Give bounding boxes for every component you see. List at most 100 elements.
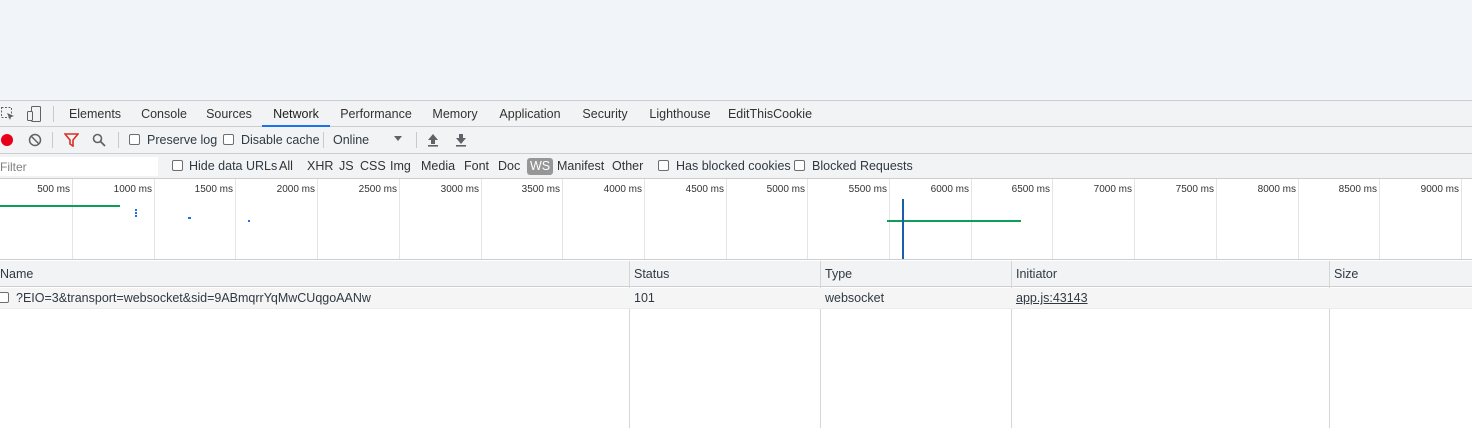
timeline-tick-label: 8500 ms bbox=[1338, 184, 1377, 195]
timeline-blue-dot bbox=[135, 212, 137, 214]
column-divider bbox=[820, 261, 821, 428]
timeline-tick-label: 6000 ms bbox=[930, 184, 969, 195]
type-filter-font[interactable]: Font bbox=[462, 158, 491, 175]
row-select-checkbox[interactable] bbox=[0, 292, 9, 303]
type-filter-manifest[interactable]: Manifest bbox=[555, 158, 606, 175]
column-header-name[interactable]: Name bbox=[0, 261, 33, 287]
timeline-tick-label: 1500 ms bbox=[194, 184, 233, 195]
timeline-tick-label: 7000 ms bbox=[1093, 184, 1132, 195]
timeline-gridline bbox=[1052, 179, 1053, 259]
column-divider bbox=[1329, 261, 1330, 428]
chevron-down-icon bbox=[394, 136, 402, 141]
timeline-tick-label: 8000 ms bbox=[1257, 184, 1296, 195]
timeline-tick-label: 5000 ms bbox=[766, 184, 805, 195]
timeline-blue-mark bbox=[188, 217, 191, 219]
has-blocked-cookies-checkbox[interactable] bbox=[658, 160, 669, 171]
timeline-tick-label: 9000 ms bbox=[1420, 184, 1459, 195]
type-filter-img[interactable]: Img bbox=[388, 158, 413, 175]
tab-console[interactable]: Console bbox=[132, 101, 196, 127]
timeline-blue-dot bbox=[135, 215, 137, 217]
column-divider bbox=[1011, 261, 1012, 428]
filter-bar: Hide data URLs All XHRJSCSSImg Media Font Do… bbox=[0, 154, 1472, 179]
search-icon[interactable] bbox=[92, 133, 106, 150]
tab-editthiscookie[interactable]: EditThisCookie bbox=[722, 101, 818, 127]
disable-cache-label: Disable cache bbox=[241, 133, 320, 147]
inspected-page-area bbox=[0, 0, 1472, 100]
tab-network[interactable]: Network bbox=[262, 101, 330, 127]
tab-memory[interactable]: Memory bbox=[422, 101, 488, 127]
type-filter-all[interactable]: All bbox=[277, 158, 295, 175]
request-initiator-link[interactable]: app.js:43143 bbox=[1016, 288, 1088, 308]
timeline-tick-label: 3000 ms bbox=[440, 184, 479, 195]
timeline-gridline bbox=[154, 179, 155, 259]
timeline-overview[interactable]: 500 ms 1000 ms 1500 ms 2000 ms 2500 ms 3000 m… bbox=[0, 179, 1472, 260]
request-name[interactable]: ?EIO=3&transport=websocket&sid=9ABmqrrYq… bbox=[16, 288, 371, 308]
toolbar-divider bbox=[323, 132, 324, 148]
timeline-gridline bbox=[72, 179, 73, 259]
column-header-size[interactable]: Size bbox=[1330, 261, 1358, 287]
disable-cache-checkbox[interactable] bbox=[223, 134, 234, 145]
type-filter-css[interactable]: CSS bbox=[358, 158, 388, 175]
timeline-tick-label: 4000 ms bbox=[603, 184, 642, 195]
timeline-tick-label: 2500 ms bbox=[358, 184, 397, 195]
tab-performance[interactable]: Performance bbox=[332, 101, 420, 127]
preserve-log-checkbox[interactable] bbox=[129, 134, 140, 145]
blocked-requests-checkbox[interactable] bbox=[794, 160, 805, 171]
timeline-gridline bbox=[317, 179, 318, 259]
timeline-gridline bbox=[1134, 179, 1135, 259]
type-filter-ws[interactable]: WS bbox=[527, 158, 554, 175]
type-filter-media[interactable]: Media bbox=[419, 158, 457, 175]
column-header-type[interactable]: Type bbox=[821, 261, 852, 287]
preserve-log-label: Preserve log bbox=[147, 133, 218, 147]
timeline-tick-label: 500 ms bbox=[37, 184, 70, 195]
timeline-tick-label: 7500 ms bbox=[1175, 184, 1214, 195]
toolbar-divider bbox=[53, 106, 54, 122]
timeline-gridline bbox=[1379, 179, 1380, 259]
toolbar-divider bbox=[118, 132, 119, 148]
tab-application[interactable]: Application bbox=[490, 101, 570, 127]
column-header-initiator[interactable]: Initiator bbox=[1012, 261, 1057, 287]
timeline-gridline bbox=[807, 179, 808, 259]
hide-data-urls-label: Hide data URLs bbox=[189, 159, 278, 173]
timeline-blue-mark bbox=[248, 220, 250, 222]
timeline-gridline bbox=[1461, 179, 1462, 259]
hide-data-urls-checkbox[interactable] bbox=[172, 160, 183, 171]
timeline-tick-label: 2000 ms bbox=[276, 184, 315, 195]
record-icon[interactable] bbox=[1, 134, 13, 146]
blocked-requests-label: Blocked Requests bbox=[812, 159, 913, 173]
timeline-gridline bbox=[399, 179, 400, 259]
inspect-element-icon[interactable] bbox=[0, 105, 16, 123]
tab-elements[interactable]: Elements bbox=[60, 101, 130, 127]
type-filter-other[interactable]: Other bbox=[610, 158, 645, 175]
tab-sources[interactable]: Sources bbox=[198, 101, 260, 127]
filter-input[interactable] bbox=[0, 157, 158, 176]
requests-table-header: Name Status Type Initiator Size bbox=[0, 261, 1472, 287]
table-row[interactable]: ?EIO=3&transport=websocket&sid=9ABmqrrYq… bbox=[0, 288, 1472, 309]
export-har-icon[interactable] bbox=[455, 133, 467, 150]
network-toolbar: Preserve log Disable cache Online bbox=[0, 127, 1472, 154]
device-toolbar-icon[interactable] bbox=[26, 105, 42, 123]
type-filter-doc[interactable]: Doc bbox=[496, 158, 522, 175]
column-header-status[interactable]: Status bbox=[630, 261, 669, 287]
toolbar-divider bbox=[52, 132, 53, 148]
tab-lighthouse[interactable]: Lighthouse bbox=[640, 101, 720, 127]
column-divider bbox=[629, 261, 630, 428]
timeline-tick-label: 5500 ms bbox=[848, 184, 887, 195]
throttling-select[interactable]: Online bbox=[333, 133, 369, 147]
tab-security[interactable]: Security bbox=[572, 101, 638, 127]
timeline-blue-dot bbox=[135, 209, 137, 211]
filter-icon[interactable] bbox=[63, 133, 80, 150]
type-filter-js[interactable]: JS bbox=[337, 158, 356, 175]
import-har-icon[interactable] bbox=[427, 133, 439, 150]
toolbar-divider bbox=[416, 132, 417, 148]
clear-icon[interactable] bbox=[28, 133, 42, 150]
timeline-gridline bbox=[644, 179, 645, 259]
has-blocked-cookies-label: Has blocked cookies bbox=[676, 159, 791, 173]
timeline-gridline bbox=[235, 179, 236, 259]
timeline-gridline bbox=[1298, 179, 1299, 259]
websocket-timing-bar bbox=[887, 220, 1021, 222]
timeline-tick-label: 6500 ms bbox=[1011, 184, 1050, 195]
timeline-gridline bbox=[1216, 179, 1217, 259]
type-filter-xhr[interactable]: XHR bbox=[305, 158, 335, 175]
timeline-gridline bbox=[562, 179, 563, 259]
